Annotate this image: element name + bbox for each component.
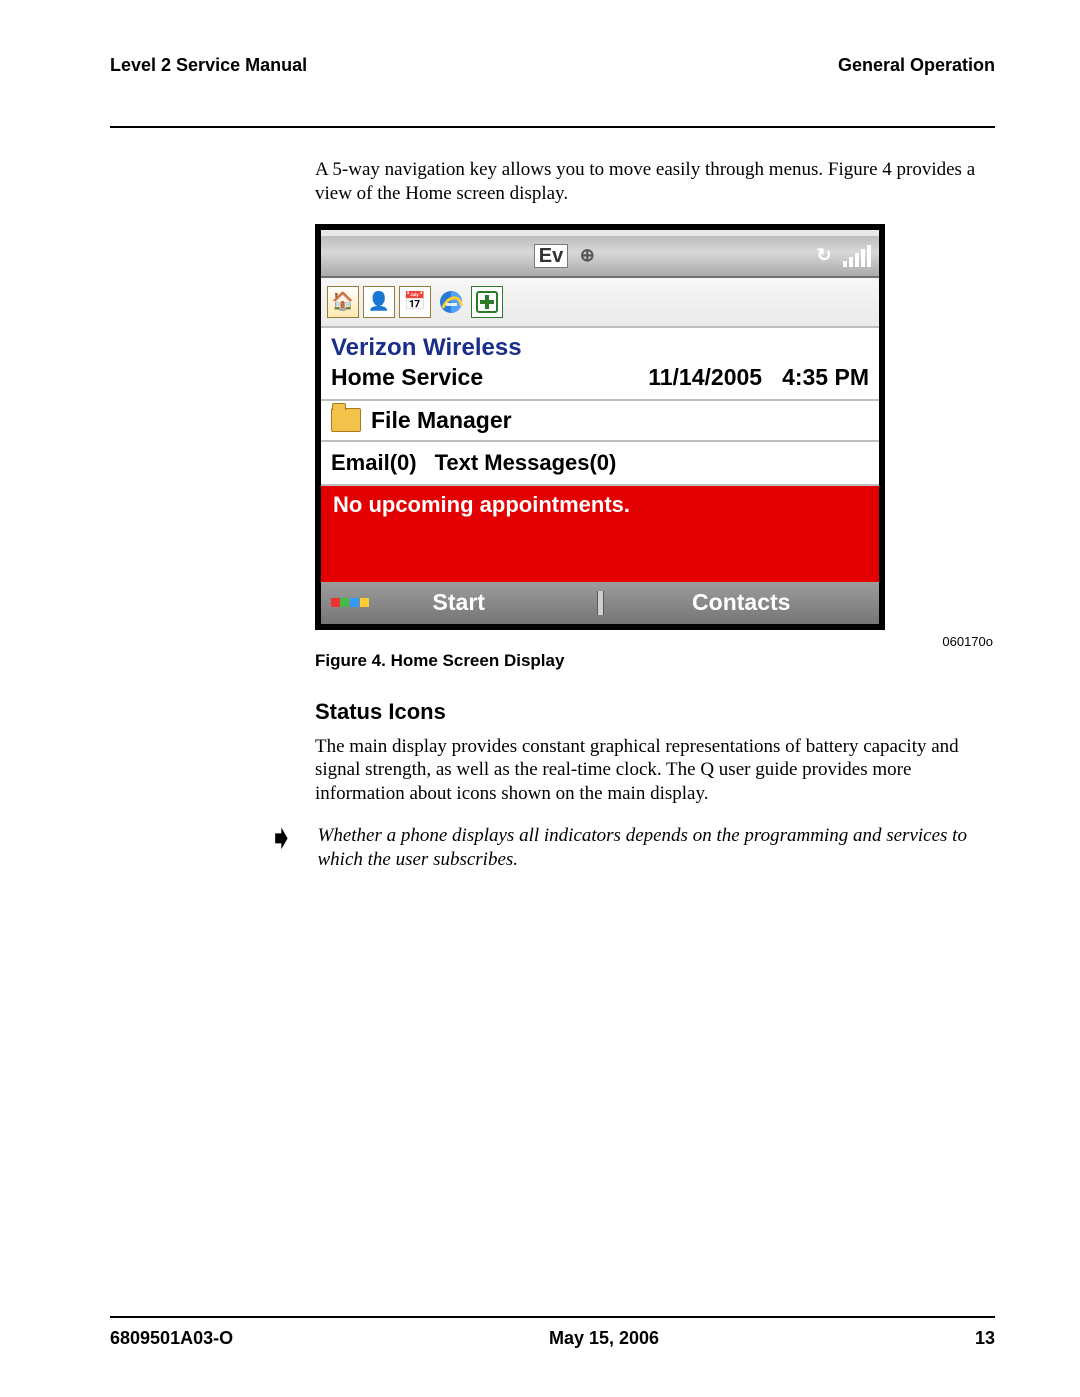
messaging-row[interactable]: Email(0) Text Messages(0) [321, 442, 879, 486]
note-pointer-icon: ➧ [267, 822, 296, 856]
add-program-icon[interactable] [471, 286, 503, 318]
footer-date: May 15, 2006 [549, 1328, 659, 1349]
figure-caption: Figure 4. Home Screen Display [315, 651, 995, 671]
appointments-row[interactable]: No upcoming appointments. [321, 486, 879, 582]
manual-page: Level 2 Service Manual General Operation… [0, 0, 1080, 1397]
intro-paragraph: A 5-way navigation key allows you to mov… [315, 158, 995, 206]
time-label: 4:35 PM [782, 364, 869, 391]
shortcut-bar: 🏠 👤 📅 [321, 278, 879, 328]
footer-doc-number: 6809501A03-O [110, 1328, 233, 1349]
header-left: Level 2 Service Manual [110, 55, 307, 76]
email-count: Email(0) [331, 450, 417, 476]
status-icons-paragraph: The main display provides constant graph… [315, 735, 995, 806]
file-manager-row[interactable]: File Manager [321, 401, 879, 442]
carrier-name: Verizon Wireless [331, 334, 869, 362]
file-manager-label: File Manager [371, 407, 512, 434]
ev-icon: Ev [534, 244, 568, 268]
page-footer: 6809501A03-O May 15, 2006 13 [110, 1316, 995, 1349]
figure-id: 060170o [315, 634, 993, 649]
note-block: ➧ Whether a phone displays all indicator… [315, 824, 995, 872]
softkey-bar: Start Contacts [321, 582, 879, 624]
sync-icon: ↻ [811, 243, 837, 269]
appointments-text: No upcoming appointments. [333, 492, 630, 518]
windows-flag-icon [331, 598, 369, 607]
softkey-divider [597, 591, 604, 615]
figure-4: Ev ⊕ ↻ 🏠 👤 📅 [315, 224, 995, 671]
content-column: A 5-way navigation key allows you to mov… [315, 158, 995, 871]
header-right: General Operation [838, 55, 995, 76]
text-messages-count: Text Messages(0) [435, 450, 617, 476]
calendar-icon[interactable]: 📅 [399, 286, 431, 318]
date-label: 11/14/2005 [648, 364, 762, 391]
softkey-contacts[interactable]: Contacts [604, 589, 880, 616]
contacts-icon[interactable]: 👤 [363, 286, 395, 318]
home-icon[interactable]: 🏠 [327, 286, 359, 318]
phone-screen: Ev ⊕ ↻ 🏠 👤 📅 [315, 224, 885, 630]
service-label: Home Service [331, 364, 483, 391]
internet-explorer-icon[interactable] [435, 286, 467, 318]
header-rule [110, 126, 995, 128]
gps-target-icon: ⊕ [574, 243, 600, 269]
carrier-info: Verizon Wireless Home Service 11/14/2005… [321, 328, 879, 401]
status-bar: Ev ⊕ ↻ [321, 230, 879, 278]
signal-icon [843, 245, 871, 267]
page-header: Level 2 Service Manual General Operation [110, 55, 995, 76]
section-title-status-icons: Status Icons [315, 699, 995, 725]
note-text: Whether a phone displays all indicators … [318, 824, 996, 872]
folder-icon [331, 408, 361, 432]
footer-rule [110, 1316, 995, 1318]
footer-page-number: 13 [975, 1328, 995, 1349]
